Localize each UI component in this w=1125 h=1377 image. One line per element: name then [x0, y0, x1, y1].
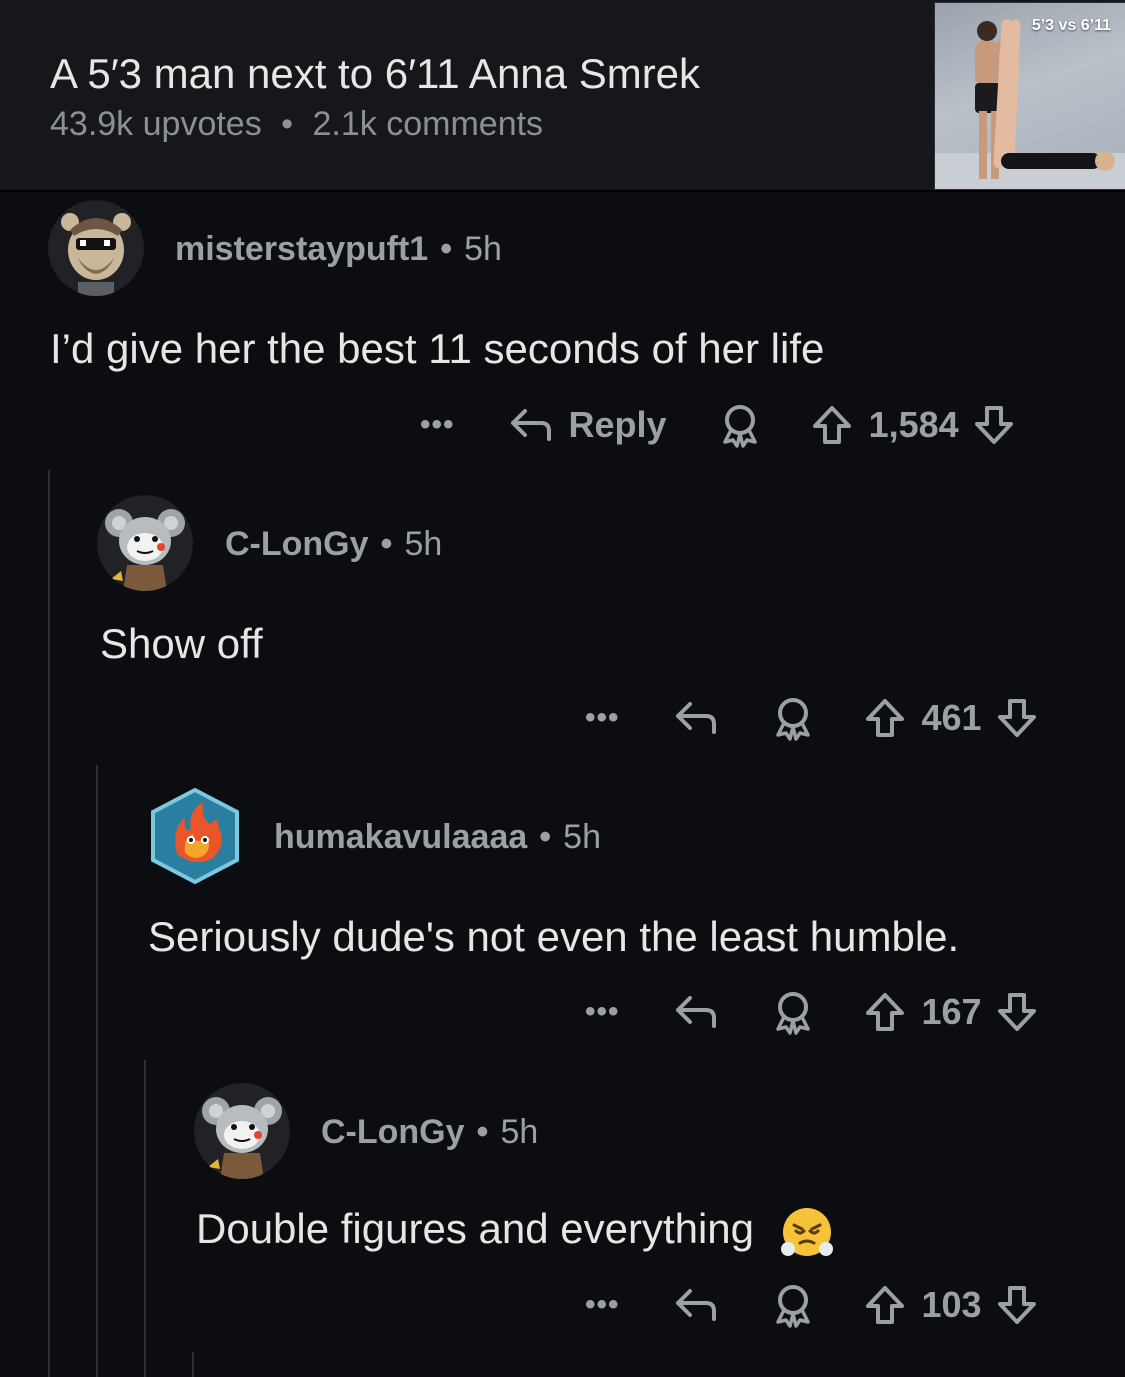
separator-dot: • [476, 1113, 489, 1151]
post-title[interactable]: A 5′3 man next to 6′11 Anna Smrek [50, 50, 700, 98]
comment-age: 5h [500, 1113, 539, 1151]
upvote-button[interactable] [864, 991, 906, 1033]
reply-arrow-icon [675, 702, 716, 734]
comment-body: Show off [100, 620, 263, 667]
comment-age: 5h [464, 230, 502, 268]
comment-actions: ••• 461 [585, 693, 1038, 743]
comment-text: Double figures and everything [196, 1205, 755, 1253]
comment-actions: ••• 167 [585, 987, 1038, 1037]
downvote-arrow-icon [997, 699, 1036, 737]
koala-icon [97, 495, 193, 591]
post-thumbnail[interactable]: 5’3 vs 6’11 [934, 2, 1125, 190]
downvote-button[interactable] [973, 404, 1015, 446]
more-options-button[interactable]: ••• [585, 1288, 620, 1322]
comment-author[interactable]: C-LonGy • 5h [225, 525, 442, 564]
award-icon [775, 698, 810, 741]
avatar[interactable] [194, 1083, 290, 1179]
comment-age: 5h [563, 818, 601, 856]
thread-line-level-2[interactable] [96, 765, 98, 1377]
post-header[interactable]: A 5′3 man next to 6′11 Anna Smrek 43.9k … [0, 0, 1125, 192]
reply-label: Reply [568, 404, 667, 445]
award-icon [775, 992, 810, 1035]
separator-dot: • [539, 818, 552, 856]
downvote-arrow-icon [997, 1286, 1036, 1324]
upvote-button[interactable] [864, 1284, 906, 1326]
comment-author[interactable]: humakavulaaaa • 5h [274, 818, 601, 857]
comment-actions: ••• 103 [585, 1280, 1038, 1330]
post-comments-count: 2.1k comments [312, 105, 544, 143]
downvote-button[interactable] [996, 1284, 1038, 1326]
reply-button[interactable] [672, 1285, 720, 1325]
comment-author[interactable]: C-LonGy • 5h [321, 1113, 538, 1152]
comment-age: 5h [404, 525, 443, 563]
vote-score: 461 [921, 697, 982, 738]
award-button[interactable] [770, 695, 816, 741]
username[interactable]: misterstaypuft1 [175, 230, 428, 268]
comment-author[interactable]: misterstaypuft1 • 5h [175, 230, 502, 269]
award-button[interactable] [770, 1282, 816, 1328]
vote-score: 103 [921, 1284, 982, 1325]
post-meta: 43.9k upvotes • 2.1k comments [50, 105, 543, 144]
fire-creature-icon [151, 788, 239, 884]
reply-button[interactable] [672, 698, 720, 738]
downvote-button[interactable] [996, 991, 1038, 1033]
downvote-arrow-icon [997, 993, 1036, 1031]
downvote-arrow-icon [974, 406, 1013, 444]
meta-separator: • [281, 105, 294, 143]
face-with-steam-from-nose-icon [780, 1208, 833, 1256]
thread-line-level-1[interactable] [48, 470, 50, 1377]
avatar[interactable] [147, 788, 243, 884]
upvote-arrow-icon [865, 699, 904, 737]
upvote-button[interactable] [811, 404, 853, 446]
avatar[interactable] [97, 495, 193, 591]
thumbnail-label: 5’3 vs 6’11 [1031, 17, 1111, 34]
award-button[interactable] [770, 989, 816, 1035]
avatar[interactable] [48, 200, 144, 296]
comment-body: I’d give her the best 11 seconds of her … [50, 325, 825, 372]
award-button[interactable] [717, 402, 763, 448]
reply-button[interactable]: Reply [507, 404, 667, 446]
comment-body: Seriously dude's not even the least humb… [148, 913, 960, 960]
username[interactable]: C-LonGy [321, 1113, 465, 1151]
reply-arrow-icon [510, 409, 551, 441]
upvote-button[interactable] [864, 697, 906, 739]
comment-actions: ••• Reply 1,584 [420, 400, 1015, 450]
upvote-arrow-icon [865, 1286, 904, 1324]
thread-line-level-3[interactable] [144, 1060, 146, 1377]
downvote-button[interactable] [996, 697, 1038, 739]
upvote-arrow-icon [865, 993, 904, 1031]
reply-arrow-icon [675, 1289, 716, 1321]
comment-body: Double figures and everything [196, 1205, 834, 1259]
bear-with-sunglasses-icon [48, 200, 144, 296]
upvote-arrow-icon [812, 406, 851, 444]
more-options-button[interactable]: ••• [585, 701, 620, 735]
thread-line-level-4[interactable] [192, 1352, 194, 1377]
reply-arrow-icon [675, 996, 716, 1028]
award-icon [722, 405, 757, 448]
vote-score: 167 [921, 991, 982, 1032]
more-options-button[interactable]: ••• [585, 995, 620, 1029]
username[interactable]: humakavulaaaa [274, 818, 527, 856]
vote-score: 1,584 [868, 404, 959, 445]
separator-dot: • [380, 525, 393, 563]
award-icon [775, 1285, 810, 1328]
reply-button[interactable] [672, 992, 720, 1032]
post-upvotes: 43.9k upvotes [50, 105, 262, 143]
koala-icon [194, 1083, 290, 1179]
username[interactable]: C-LonGy [225, 525, 369, 563]
more-options-button[interactable]: ••• [420, 408, 455, 442]
separator-dot: • [440, 230, 453, 268]
